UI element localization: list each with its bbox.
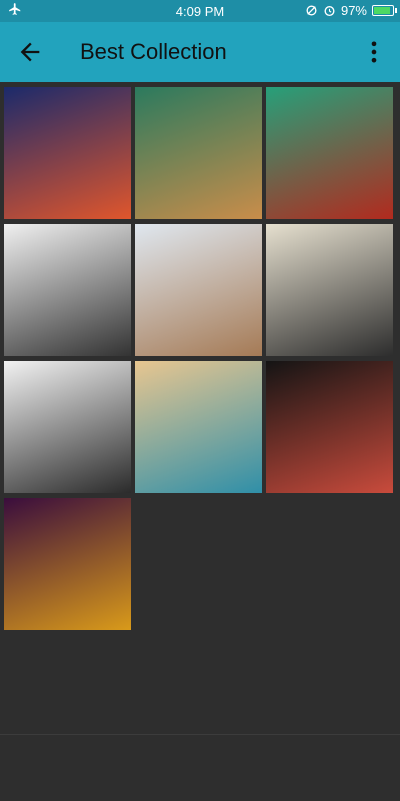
wallpaper-golden-predator[interactable]	[4, 498, 131, 630]
status-icons: 97%	[305, 3, 397, 18]
wallpaper-astronaut-skull[interactable]	[266, 224, 393, 356]
wallpaper-zebra-explosion[interactable]	[4, 361, 131, 493]
battery-icon	[372, 5, 397, 16]
alarm-icon	[324, 6, 335, 17]
wallpaper-red-landscape[interactable]	[266, 87, 393, 219]
data-saver-icon	[306, 5, 317, 16]
back-button[interactable]	[16, 38, 44, 66]
wallpaper-camel-taj-mahal[interactable]	[135, 224, 262, 356]
wallpaper-cosmic-explorer[interactable]	[4, 87, 131, 219]
wallpaper-shattered-zebra[interactable]	[4, 224, 131, 356]
wallpaper-aurora-village[interactable]	[135, 87, 262, 219]
page-title: Best Collection	[80, 39, 227, 64]
wallpaper-glass-ocean[interactable]	[135, 361, 262, 493]
more-vert-icon	[371, 41, 377, 63]
battery-percent: 97%	[340, 3, 367, 18]
system-navigation-bar	[0, 734, 400, 801]
arrow-left-icon	[20, 42, 40, 62]
status-bar: 4:09 PM 97%	[0, 0, 400, 22]
wallpaper-space-mountains[interactable]	[266, 361, 393, 493]
app-bar: Best Collection	[0, 22, 400, 82]
more-options-button[interactable]	[360, 38, 388, 66]
